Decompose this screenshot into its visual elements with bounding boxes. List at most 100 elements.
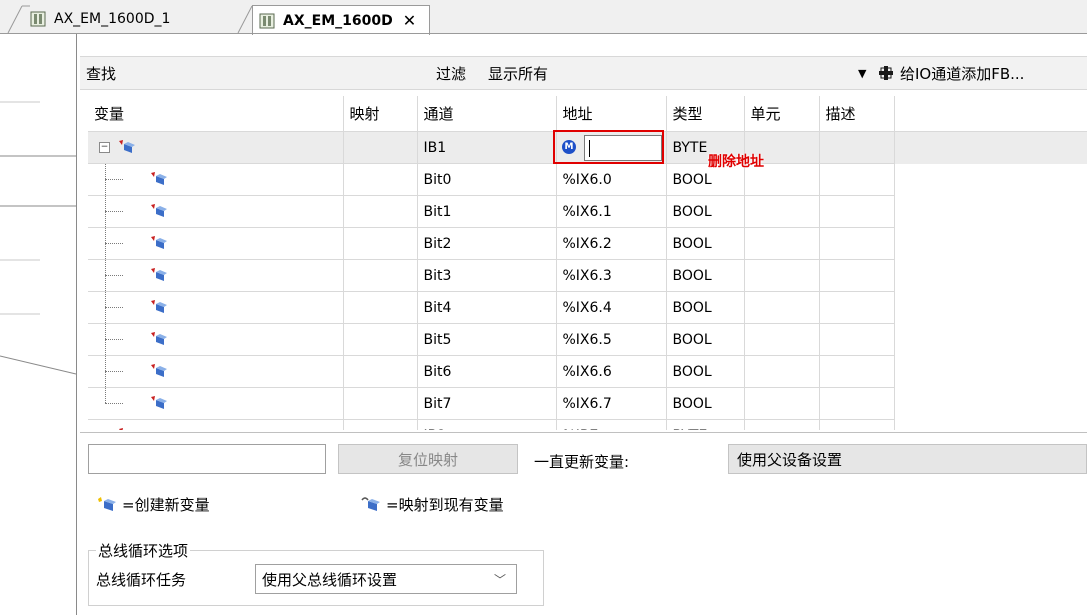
find-field[interactable]: 查找 [86,63,116,84]
close-icon[interactable]: ✕ [403,11,416,30]
collapse-toggle-icon[interactable]: − [99,142,110,153]
reset-mapping-button[interactable]: 复位映射 [338,444,518,474]
mapping-cell[interactable] [343,163,418,196]
address-cell[interactable]: %IX6.4 [556,291,667,324]
column-header-channel[interactable]: 通道 [417,96,557,132]
description-cell[interactable] [819,259,895,292]
column-header-mapping[interactable]: 映射 [343,96,418,132]
unit-cell[interactable] [744,291,820,324]
variable-cell[interactable] [88,163,344,196]
variable-cell[interactable] [88,227,344,260]
mapping-cell[interactable] [343,323,418,356]
table-row[interactable]: − IB2%IB7BYTE [88,419,1087,431]
new-variable-icon [98,496,116,511]
description-cell[interactable] [819,387,895,420]
address-cell[interactable]: %IB7 [556,419,667,430]
mapping-cell[interactable] [343,419,418,430]
table-row[interactable]: Bit2 %IX6.2 BOOL [88,227,1087,260]
address-cell[interactable]: %IX6.6 [556,355,667,388]
description-cell[interactable] [819,195,895,228]
column-header-description[interactable]: 描述 [819,96,895,132]
description-cell[interactable] [819,291,895,324]
column-header-filler [894,96,1087,132]
table-row[interactable]: Bit0 %IX6.0 BOOL [88,163,1087,196]
tree-branch [105,371,123,372]
legend-existing-variable: =映射到现有变量 [360,494,504,515]
legend-new-variable: =创建新变量 [96,494,210,515]
mapping-cell[interactable] [343,227,418,260]
address-cell[interactable]: %IX6.0 [556,163,667,196]
tree-line [105,388,106,403]
legend-existing-label: =映射到现有变量 [386,496,504,514]
description-cell[interactable] [819,131,895,164]
table-row[interactable]: Bit7 %IX6.7 BOOL [88,387,1087,420]
unit-cell[interactable] [744,355,820,388]
annotation-delete-address: 删除地址 [708,154,764,170]
bus-cycle-task-select[interactable]: 使用父总线循环设置 ﹀ [255,564,517,594]
variable-cell[interactable] [88,323,344,356]
editor-tab-bar: AX_EM_1600D_1 AX_EM_1600D ✕ [0,0,1087,35]
channel-cell: Bit2 [417,227,557,260]
variable-icon [151,332,167,345]
chevron-down-icon: ﹀ [493,573,506,587]
tab-label: AX_EM_1600D_1 [54,11,171,27]
mapping-input[interactable] [88,444,326,474]
tree-branch [105,307,123,308]
address-cell[interactable]: %IX6.2 [556,227,667,260]
mapping-cell[interactable] [343,131,418,164]
address-cell[interactable]: %IX6.5 [556,323,667,356]
description-cell[interactable] [819,355,895,388]
mapping-cell[interactable] [343,291,418,324]
variable-cell[interactable] [88,195,344,228]
tab-label: AX_EM_1600D [283,12,393,29]
address-cell[interactable]: %IX6.3 [556,259,667,292]
unit-cell[interactable] [744,387,820,420]
bus-cycle-task-value: 使用父总线循环设置 [262,570,398,589]
filler-cell [894,420,1087,431]
unit-cell[interactable] [744,323,820,356]
table-row[interactable]: Bit6 %IX6.6 BOOL [88,355,1087,388]
description-cell[interactable] [819,163,895,196]
filler-cell [894,196,1087,228]
description-cell[interactable] [819,323,895,356]
variable-cell[interactable] [88,291,344,324]
mapping-cell[interactable] [343,355,418,388]
mapping-cell[interactable] [343,387,418,420]
variable-cell[interactable] [88,355,344,388]
variable-cell[interactable] [88,387,344,420]
type-cell: BOOL [666,355,745,388]
column-header-type[interactable]: 类型 [666,96,745,132]
unit-cell[interactable] [744,227,820,260]
variable-icon [151,268,167,281]
variable-icon [151,396,167,409]
add-fb-button[interactable]: 给IO通道添加FB... [878,63,1024,84]
always-update-select[interactable]: 使用父设备设置 [728,444,1087,474]
table-row[interactable]: Bit3 %IX6.3 BOOL [88,259,1087,292]
filler-cell [894,164,1087,196]
address-cell[interactable]: %IX6.7 [556,387,667,420]
table-row[interactable]: Bit5 %IX6.5 BOOL [88,323,1087,356]
table-row[interactable]: Bit4 %IX6.4 BOOL [88,291,1087,324]
column-header-variable[interactable]: 变量 [88,96,344,132]
filter-select[interactable]: 显示所有 [488,63,548,84]
unit-cell[interactable] [744,419,820,430]
search-bar: 查找 过滤 显示所有 ▼ 给IO通道添加FB... [80,56,1087,90]
mapping-cell[interactable] [343,195,418,228]
variable-cell[interactable]: − [88,419,344,430]
tab-ax-em-1600d-1[interactable]: AX_EM_1600D_1 [30,5,254,33]
description-cell[interactable] [819,227,895,260]
unit-cell[interactable] [744,195,820,228]
tree-branch [105,275,123,276]
tab-ax-em-1600d[interactable]: AX_EM_1600D ✕ [252,5,430,35]
column-header-unit[interactable]: 单元 [744,96,820,132]
variable-cell[interactable]: − [88,131,344,164]
tree-branch [105,179,123,180]
dropdown-arrow-icon[interactable]: ▼ [858,67,866,80]
column-header-address[interactable]: 地址 [556,96,667,132]
description-cell[interactable] [819,419,895,430]
address-cell[interactable]: %IX6.1 [556,195,667,228]
table-row[interactable]: Bit1 %IX6.1 BOOL [88,195,1087,228]
variable-cell[interactable] [88,259,344,292]
unit-cell[interactable] [744,259,820,292]
mapping-cell[interactable] [343,259,418,292]
